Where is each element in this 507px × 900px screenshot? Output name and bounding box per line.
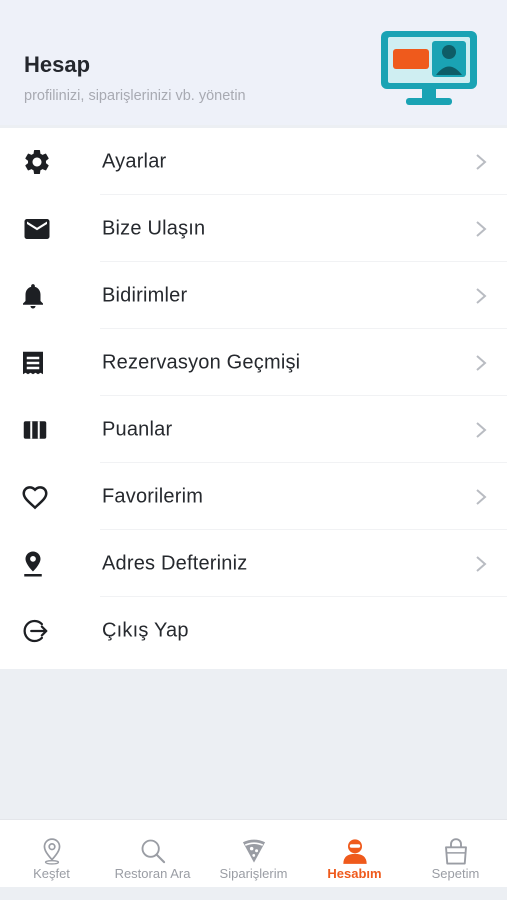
chevron-right-icon — [476, 421, 487, 438]
chevron-right-icon — [476, 354, 487, 371]
shopping-bag-icon — [441, 836, 471, 866]
receipt-icon — [18, 348, 48, 378]
page-subtitle: profilinizi, siparişlerinizi vb. yönetin — [24, 88, 246, 104]
menu-item-label: Ayarlar — [102, 150, 167, 172]
chevron-right-icon — [476, 220, 487, 237]
menu-item-contact[interactable]: Bize Ulaşın — [0, 195, 507, 262]
tab-label: Keşfet — [33, 866, 70, 881]
tab-cart[interactable]: Sepetim — [405, 820, 506, 888]
bottom-tab-bar: Keşfet Restoran Ara Siparişlerim Hesabım… — [0, 819, 507, 887]
menu-item-logout[interactable]: Çıkış Yap — [0, 597, 507, 664]
tab-explore[interactable]: Keşfet — [1, 820, 102, 888]
tab-restaurant-search[interactable]: Restoran Ara — [102, 820, 203, 888]
points-icon — [20, 415, 50, 445]
monitor-profile-icon — [381, 31, 477, 105]
menu-item-reservation-history[interactable]: Rezervasyon Geçmişi — [0, 329, 507, 396]
user-icon — [340, 836, 370, 866]
tab-account[interactable]: Hesabım — [304, 820, 405, 888]
chevron-right-icon — [476, 488, 487, 505]
menu-item-label: Favorilerim — [102, 485, 204, 507]
menu-item-points[interactable]: Puanlar — [0, 396, 507, 463]
tab-label: Restoran Ara — [114, 866, 191, 881]
menu-item-favorites[interactable]: Favorilerim — [0, 463, 507, 530]
heart-icon — [20, 482, 50, 512]
menu-item-label: Adres Defteriniz — [102, 552, 248, 574]
location-pin-icon — [18, 549, 48, 579]
menu-item-label: Bidirimler — [102, 284, 188, 306]
search-icon — [138, 836, 168, 866]
tab-label: Sepetim — [431, 866, 480, 881]
chevron-right-icon — [476, 287, 487, 304]
account-header: Hesap profilinizi, siparişlerinizi vb. y… — [0, 0, 507, 125]
menu-item-notifications[interactable]: Bidirimler — [0, 262, 507, 329]
menu-item-label: Çıkış Yap — [102, 619, 189, 641]
empty-area — [0, 669, 507, 819]
page-title: Hesap — [24, 52, 91, 77]
account-menu: Ayarlar Bize Ulaşın Bidirimler Rezervasy… — [0, 128, 507, 669]
gear-icon — [22, 147, 52, 177]
envelope-icon — [22, 214, 52, 244]
menu-item-label: Puanlar — [102, 418, 173, 440]
location-pin-icon — [37, 836, 67, 866]
bell-icon — [18, 281, 48, 311]
chevron-right-icon — [476, 555, 487, 572]
tab-label: Hesabım — [327, 866, 382, 881]
chevron-right-icon — [476, 153, 487, 170]
menu-item-settings[interactable]: Ayarlar — [0, 128, 507, 195]
pizza-icon — [239, 836, 269, 866]
tab-orders[interactable]: Siparişlerim — [203, 820, 304, 888]
menu-item-label: Rezervasyon Geçmişi — [102, 351, 301, 373]
menu-item-label: Bize Ulaşın — [102, 217, 206, 239]
system-bottom-bar — [0, 887, 507, 900]
tab-label: Siparişlerim — [219, 866, 288, 881]
logout-icon — [20, 616, 50, 646]
menu-item-address-book[interactable]: Adres Defteriniz — [0, 530, 507, 597]
